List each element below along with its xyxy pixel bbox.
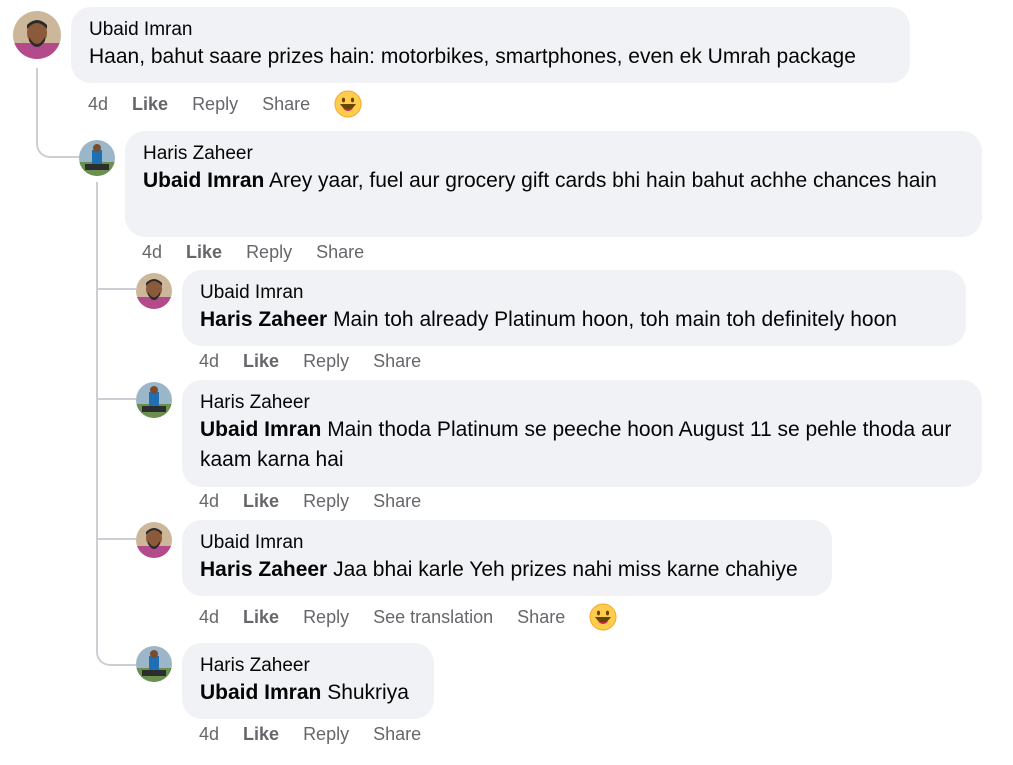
comment-actions: 4d Like Reply Share xyxy=(88,90,362,118)
see-translation-link[interactable]: See translation xyxy=(373,607,493,628)
reply-button[interactable]: Reply xyxy=(303,607,349,628)
comment-author[interactable]: Haris Zaheer xyxy=(143,141,964,166)
comment-text: Haris Zaheer Main toh already Platinum h… xyxy=(200,305,948,335)
comment-text: Ubaid Imran Shukriya xyxy=(200,678,416,708)
avatar[interactable] xyxy=(79,140,115,176)
grinning-face-emoji-icon[interactable] xyxy=(589,603,617,631)
comment-author[interactable]: Ubaid Imran xyxy=(89,17,892,42)
comment-body: Haan, bahut saare prizes hain: motorbike… xyxy=(89,45,856,68)
reply-button[interactable]: Reply xyxy=(303,724,349,745)
share-button[interactable]: Share xyxy=(316,242,364,263)
comment-bubble: Haris Zaheer Ubaid Imran Shukriya xyxy=(182,643,434,719)
reply-button[interactable]: Reply xyxy=(192,94,238,115)
like-button[interactable]: Like xyxy=(243,491,279,512)
share-button[interactable]: Share xyxy=(262,94,310,115)
comment-body: Shukriya xyxy=(321,681,409,704)
mention-link[interactable]: Haris Zaheer xyxy=(200,558,327,581)
comment-timestamp[interactable]: 4d xyxy=(199,491,219,512)
mention-link[interactable]: Haris Zaheer xyxy=(200,308,327,331)
comment-body: Main toh already Platinum hoon, toh main… xyxy=(327,308,897,331)
comment-actions: 4d Like Reply Share xyxy=(142,238,388,266)
grinning-face-emoji-icon[interactable] xyxy=(334,90,362,118)
comment-text: Ubaid Imran Main thoda Platinum se peech… xyxy=(200,415,964,475)
avatar[interactable] xyxy=(136,382,172,418)
comment-timestamp[interactable]: 4d xyxy=(199,351,219,372)
comment-timestamp[interactable]: 4d xyxy=(142,242,162,263)
avatar[interactable] xyxy=(136,522,172,558)
comment-text: Ubaid Imran Arey yaar, fuel aur grocery … xyxy=(143,166,964,196)
comment-body: Jaa bhai karle Yeh prizes nahi miss karn… xyxy=(327,558,798,581)
like-button[interactable]: Like xyxy=(243,724,279,745)
comment-timestamp[interactable]: 4d xyxy=(199,607,219,628)
thread-line-root xyxy=(36,68,84,158)
comment-bubble: Ubaid Imran Haris Zaheer Jaa bhai karle … xyxy=(182,520,832,596)
share-button[interactable]: Share xyxy=(517,607,565,628)
comment-text: Haan, bahut saare prizes hain: motorbike… xyxy=(89,42,892,72)
mention-link[interactable]: Ubaid Imran xyxy=(200,681,321,704)
thread-line-branch xyxy=(98,538,136,540)
comment-bubble: Haris Zaheer Ubaid Imran Main thoda Plat… xyxy=(182,380,982,487)
like-button[interactable]: Like xyxy=(132,94,168,115)
comment-actions: 4d Like Reply See translation Share xyxy=(199,603,617,631)
share-button[interactable]: Share xyxy=(373,491,421,512)
comment-timestamp[interactable]: 4d xyxy=(199,724,219,745)
share-button[interactable]: Share xyxy=(373,351,421,372)
reply-button[interactable]: Reply xyxy=(303,351,349,372)
comment-author[interactable]: Ubaid Imran xyxy=(200,530,814,555)
mention-link[interactable]: Ubaid Imran xyxy=(200,418,321,441)
comment-author[interactable]: Haris Zaheer xyxy=(200,390,964,415)
mention-link[interactable]: Ubaid Imran xyxy=(143,169,264,192)
comment-body: Arey yaar, fuel aur grocery gift cards b… xyxy=(264,169,937,192)
comment-author[interactable]: Ubaid Imran xyxy=(200,280,948,305)
comment-actions: 4d Like Reply Share xyxy=(199,347,445,375)
comment-timestamp[interactable]: 4d xyxy=(88,94,108,115)
avatar[interactable] xyxy=(13,11,61,59)
comment-actions: 4d Like Reply Share xyxy=(199,487,445,515)
thread-line-replies xyxy=(96,182,138,666)
reply-button[interactable]: Reply xyxy=(246,242,292,263)
avatar[interactable] xyxy=(136,646,172,682)
like-button[interactable]: Like xyxy=(243,351,279,372)
comment-actions: 4d Like Reply Share xyxy=(199,720,445,748)
like-button[interactable]: Like xyxy=(186,242,222,263)
thread-line-branch xyxy=(98,288,136,290)
thread-line-branch xyxy=(98,398,136,400)
avatar[interactable] xyxy=(136,273,172,309)
comment-author[interactable]: Haris Zaheer xyxy=(200,653,416,678)
comment-bubble: Haris Zaheer Ubaid Imran Arey yaar, fuel… xyxy=(125,131,982,237)
comment-bubble: Ubaid Imran Haan, bahut saare prizes hai… xyxy=(71,7,910,83)
comment-text: Haris Zaheer Jaa bhai karle Yeh prizes n… xyxy=(200,555,814,585)
comment-bubble: Ubaid Imran Haris Zaheer Main toh alread… xyxy=(182,270,966,346)
share-button[interactable]: Share xyxy=(373,724,421,745)
like-button[interactable]: Like xyxy=(243,607,279,628)
reply-button[interactable]: Reply xyxy=(303,491,349,512)
